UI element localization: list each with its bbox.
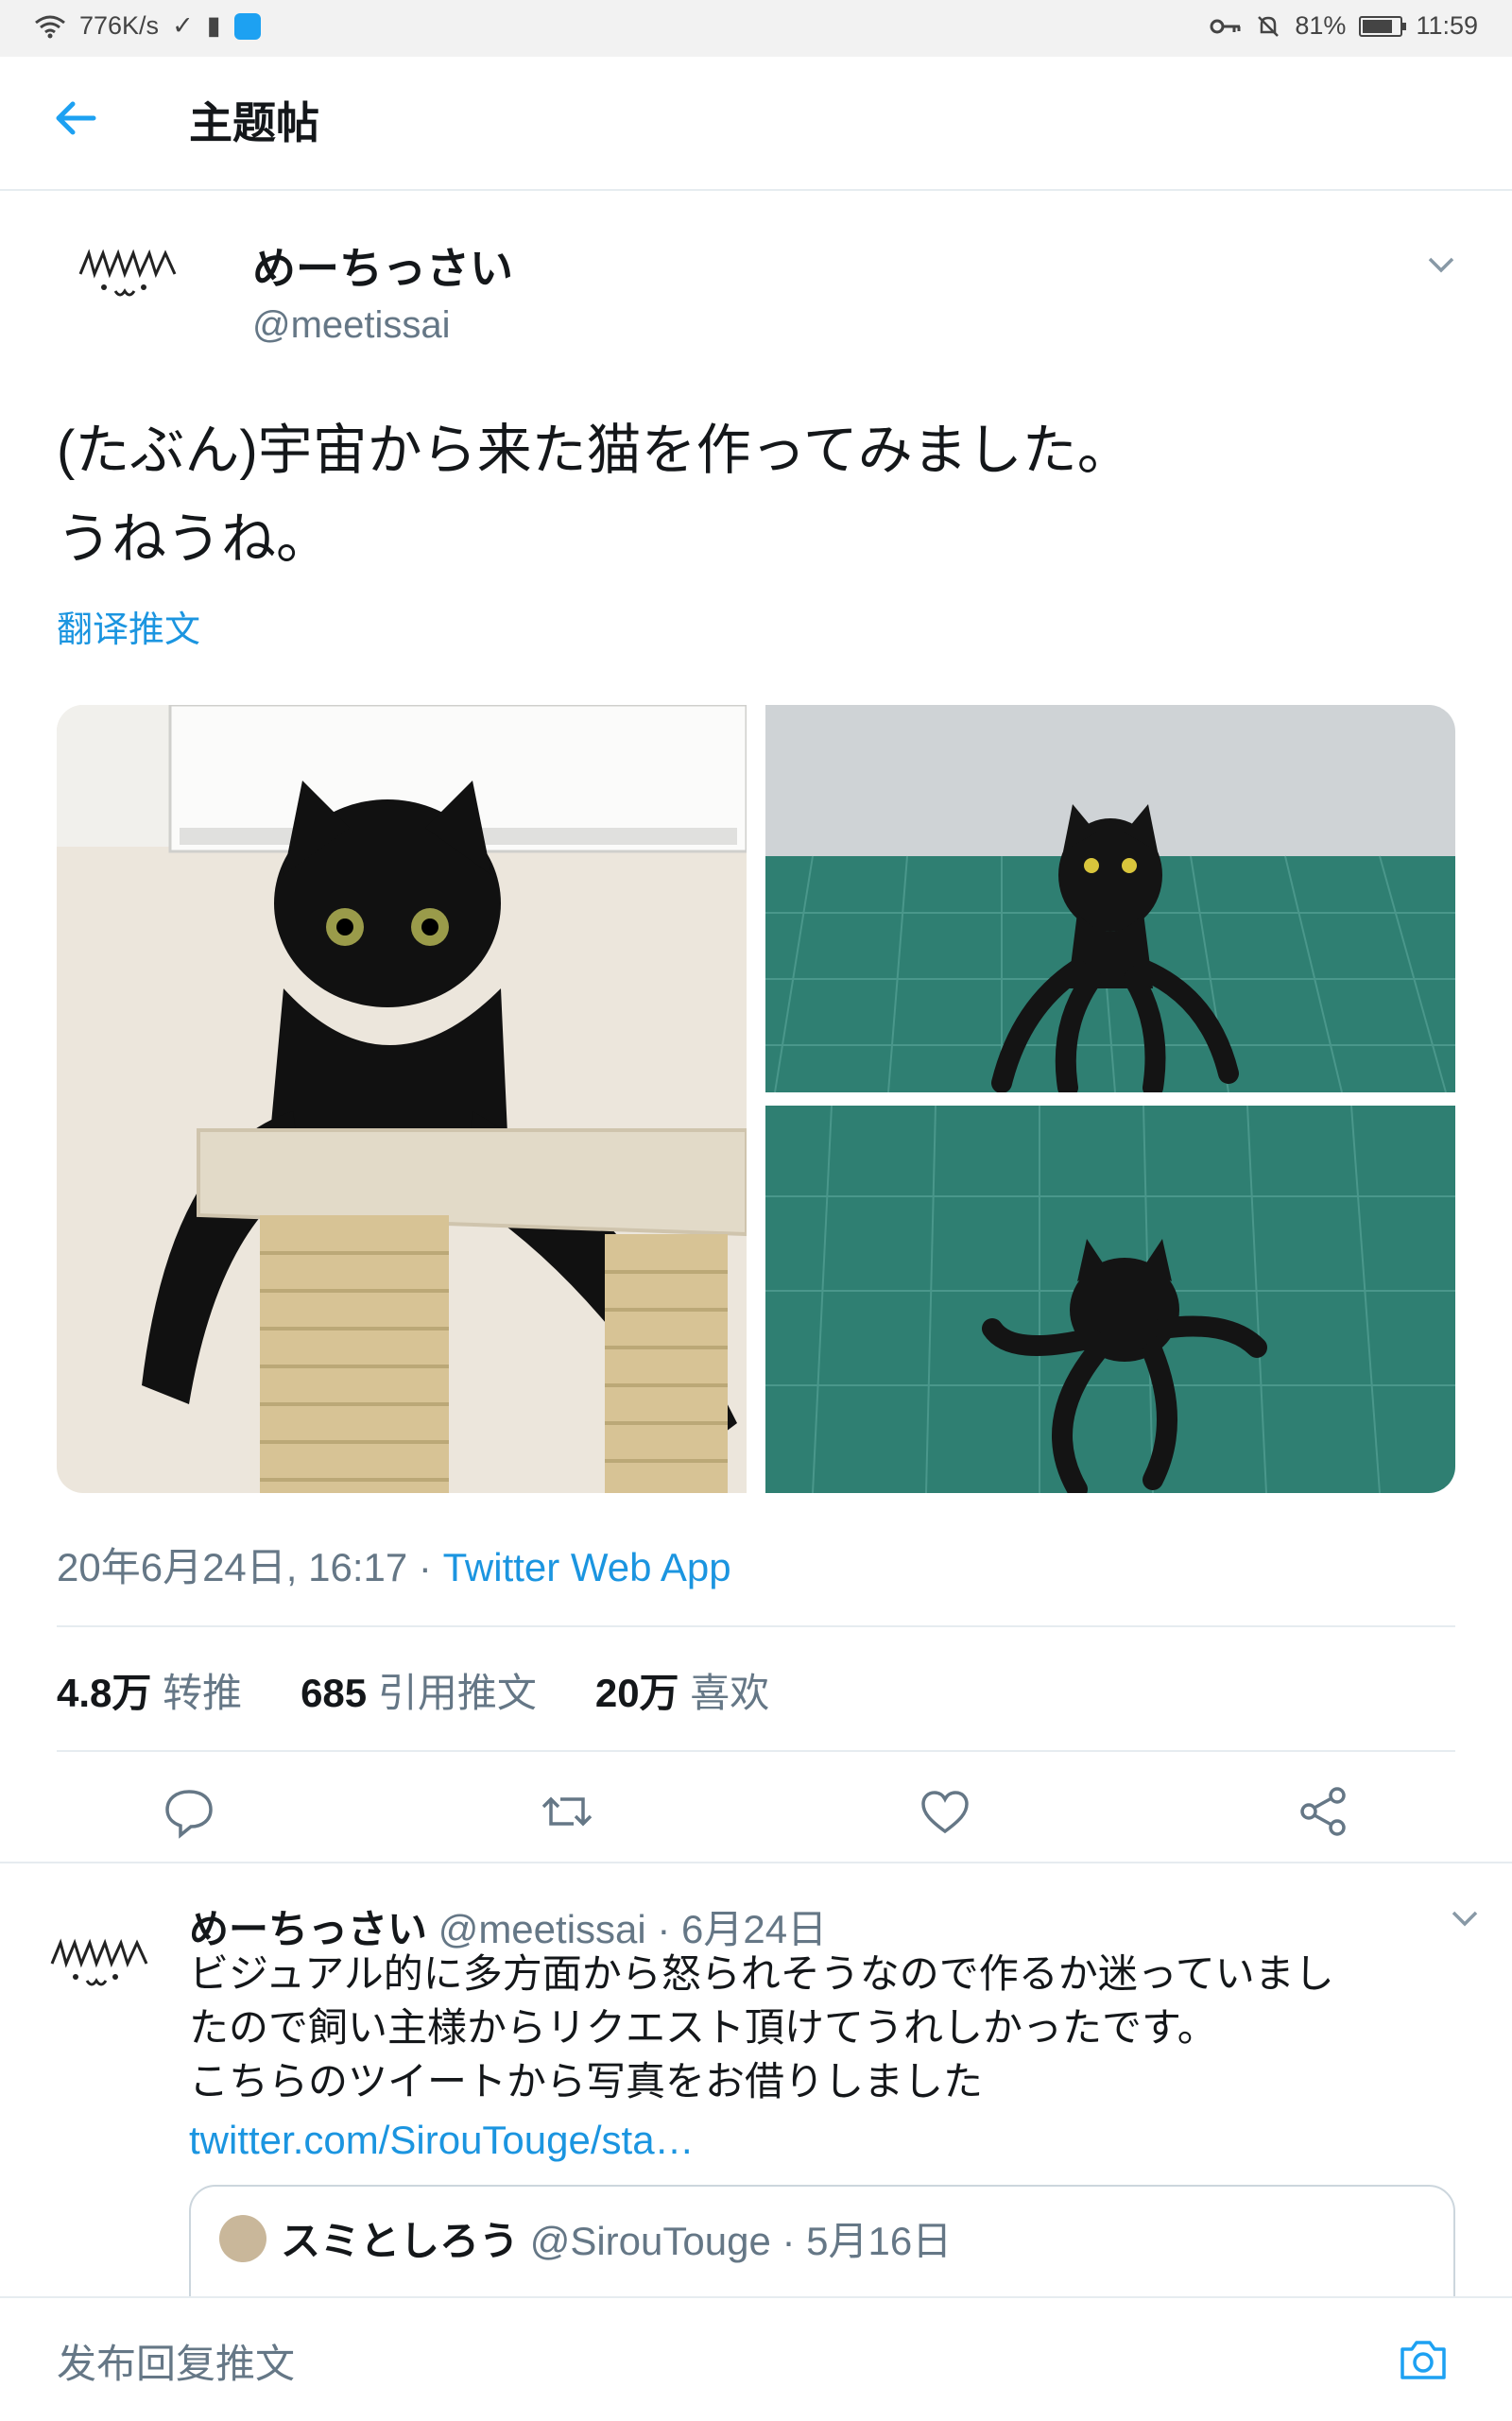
- compose-reply-bar: 发布回复推文: [0, 2296, 1512, 2421]
- author-handle[interactable]: @meetissai: [252, 304, 451, 347]
- quotes-count: 685: [301, 1671, 368, 1715]
- share-icon: [1300, 1787, 1346, 1836]
- camera-icon: [1400, 2341, 1446, 2379]
- reply-author-handle[interactable]: @meetissai: [438, 1907, 646, 1951]
- author-avatar[interactable]: [76, 236, 180, 340]
- quoted-header: スミとしろう @SirouTouge · 5月16日: [281, 2209, 952, 2267]
- quoted-author-handle: @SirouTouge: [529, 2219, 771, 2263]
- chevron-down-icon: [1428, 257, 1454, 273]
- reply-button[interactable]: [156, 1778, 222, 1845]
- notification-icon: ▮: [206, 11, 221, 40]
- reply-author-name[interactable]: めーちっさい: [189, 1907, 427, 1951]
- page-title: 主题帖: [189, 98, 319, 147]
- retweet-button[interactable]: [534, 1778, 600, 1845]
- like-icon: [921, 1791, 969, 1834]
- likes-label: 喜欢: [690, 1671, 770, 1715]
- photo-figurine-front[interactable]: [765, 705, 1455, 1098]
- tweet-actions: [0, 1769, 1512, 1854]
- signal-icon: ✓: [172, 11, 194, 40]
- tweet-text-line: うねうね。: [57, 508, 332, 570]
- divider: [57, 1750, 1455, 1752]
- back-arrow-icon: [56, 101, 96, 135]
- reply-text: ビジュアル的に多方面から怒られそうなので作るか迷っていまし たので飼い主様からリ…: [189, 1947, 1455, 2108]
- divider: [57, 1625, 1455, 1627]
- tweet-meta: 20年6月24日, 16:17 · Twitter Web App: [57, 1536, 731, 1593]
- camera-button[interactable]: [1397, 2336, 1450, 2383]
- tweet-media-grid: [57, 705, 1455, 1493]
- likes-count: 20万: [594, 1671, 679, 1715]
- app-header: 主题帖: [0, 57, 1512, 191]
- wifi-icon: [35, 15, 65, 38]
- key-icon: [1210, 19, 1241, 33]
- divider: [0, 1862, 1512, 1863]
- network-speed: 776K/s: [79, 11, 160, 40]
- reply-date[interactable]: · 6月24日: [657, 1907, 827, 1951]
- reply-text-line: こちらのツイートから写真をお借りしました: [189, 2059, 984, 2103]
- tweet-text: (たぶん)宇宙から来た猫を作ってみました。 うねうね。: [57, 406, 1380, 584]
- reply-link[interactable]: twitter.com/SirouTouge/sta…: [189, 2118, 695, 2163]
- app-notification-icon: [233, 12, 261, 40]
- retweets-stat[interactable]: 4.8万 转推: [57, 1661, 242, 1719]
- tweet-stats: 4.8万 转推 685 引用推文 20万 喜欢: [57, 1661, 769, 1719]
- reply-input[interactable]: 发布回复推文: [57, 2332, 295, 2390]
- back-button[interactable]: [52, 94, 118, 151]
- retweet-icon: [541, 1796, 593, 1827]
- tweet-text-line: (たぶん)宇宙から来た猫を作ってみました。: [57, 420, 1132, 481]
- quotes-stat[interactable]: 685 引用推文: [301, 1661, 537, 1719]
- like-button[interactable]: [912, 1778, 978, 1845]
- tweet-menu-button[interactable]: [1422, 250, 1460, 283]
- mute-icon: [1258, 15, 1280, 37]
- photo-cat-on-post[interactable]: [57, 705, 748, 1493]
- reply-icon: [165, 1790, 213, 1839]
- reply-author-avatar[interactable]: [47, 1926, 151, 2011]
- retweets-label: 转推: [163, 1671, 243, 1715]
- tweet-timestamp[interactable]: 20年6月24日, 16:17 ·: [57, 1545, 443, 1589]
- clock: 11:59: [1416, 11, 1478, 40]
- photo-figurine-back[interactable]: [765, 1105, 1455, 1493]
- retweets-count: 4.8万: [57, 1671, 152, 1715]
- quoted-date: · 5月16日: [782, 2219, 953, 2263]
- battery-icon: [1359, 15, 1407, 37]
- reply-text-line: ビジュアル的に多方面から怒られそうなので作るか迷っていまし: [189, 1951, 1334, 1996]
- quoted-author-name: スミとしろう: [281, 2219, 520, 2263]
- status-bar: 776K/s ✓ ▮ 81% 11:59: [0, 0, 1512, 57]
- tweet-source[interactable]: Twitter Web App: [443, 1545, 731, 1589]
- chevron-down-icon: [1452, 1911, 1478, 1927]
- reply-text-line: たので飼い主様からリクエスト頂けてうれしかったです。: [189, 2005, 1217, 2050]
- translate-tweet-link[interactable]: 翻译推文: [57, 600, 200, 652]
- reply-menu-button[interactable]: [1446, 1904, 1484, 1937]
- likes-stat[interactable]: 20万 喜欢: [595, 1661, 769, 1719]
- quoted-author-avatar: [219, 2215, 266, 2262]
- share-button[interactable]: [1290, 1778, 1356, 1845]
- quotes-label: 引用推文: [377, 1671, 537, 1715]
- battery-percent: 81%: [1295, 11, 1347, 40]
- author-name[interactable]: めーちっさい: [252, 234, 513, 297]
